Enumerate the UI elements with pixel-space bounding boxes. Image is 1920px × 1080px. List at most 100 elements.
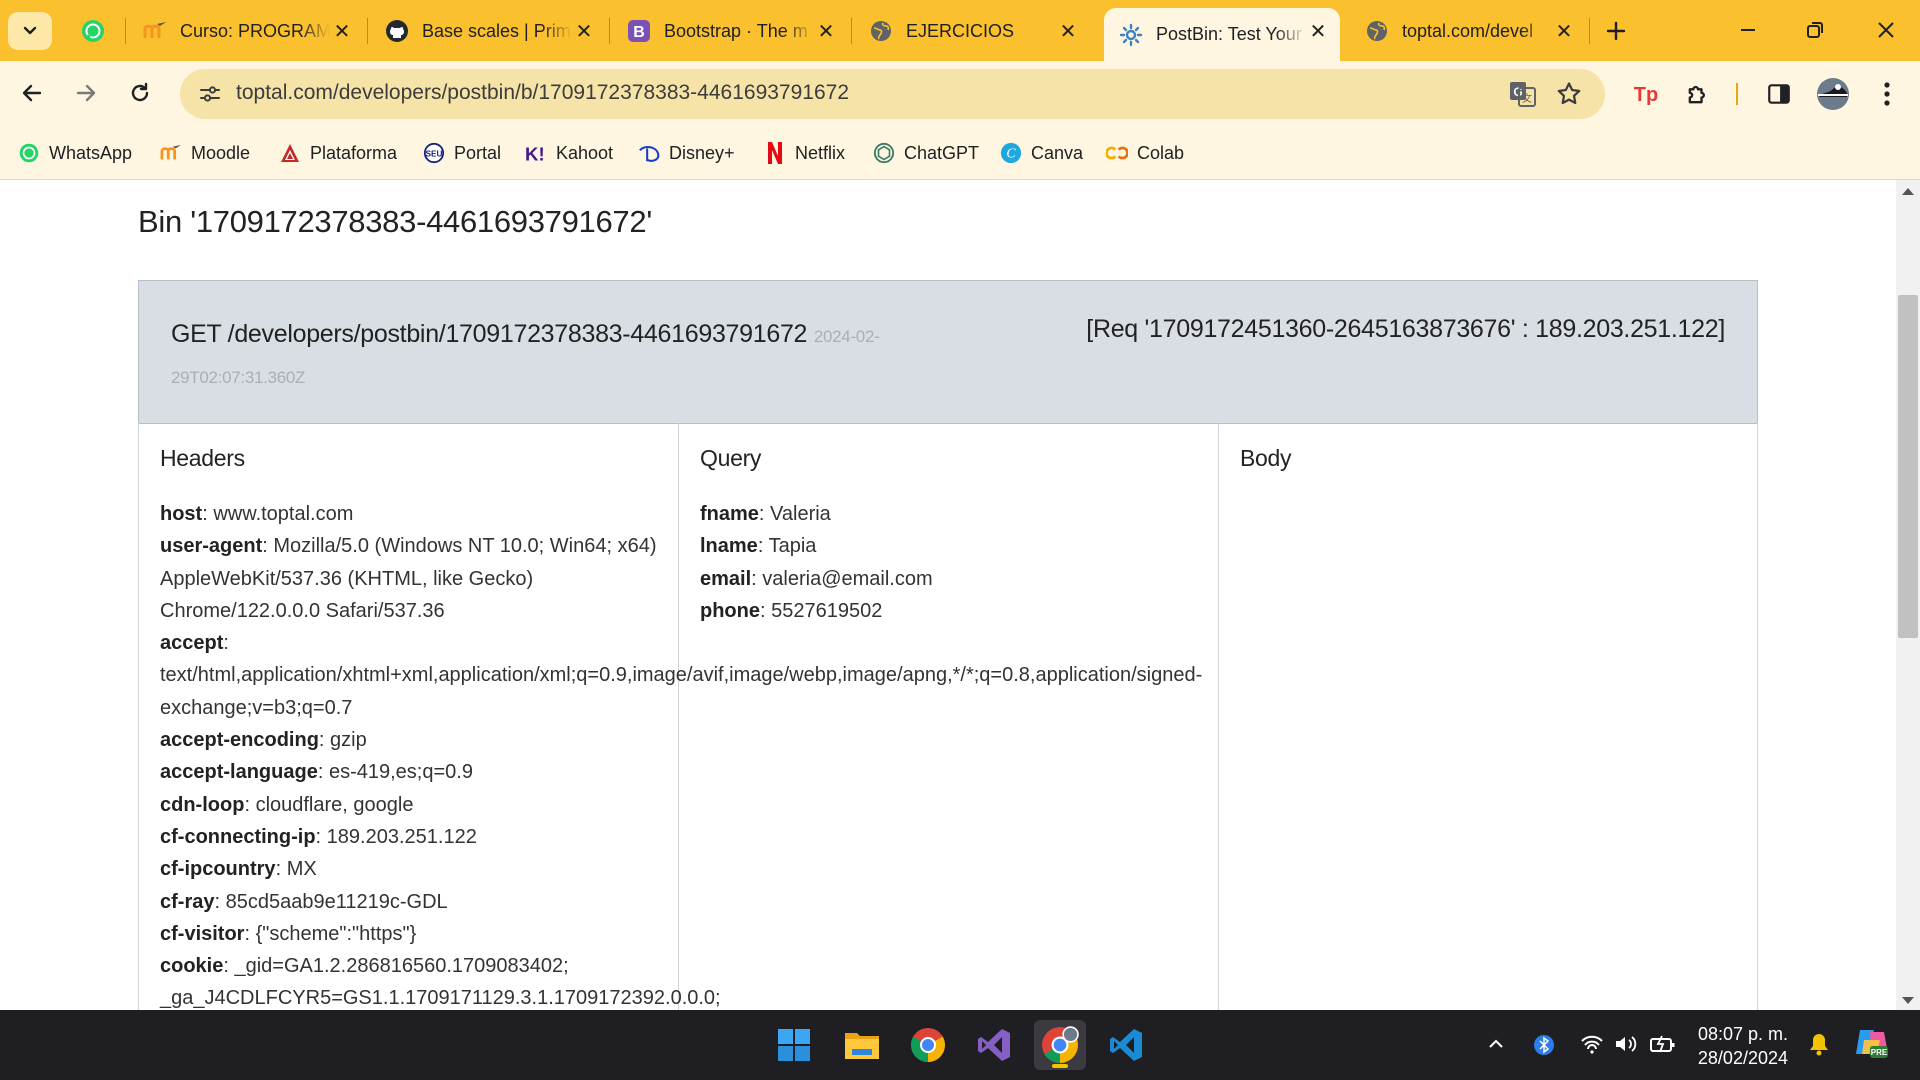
canva-icon: C	[1000, 142, 1022, 164]
vscode-icon[interactable]	[1100, 1020, 1152, 1070]
bookmark-canva[interactable]: C Canva	[1000, 139, 1083, 167]
notification-bell-icon[interactable]	[1808, 1032, 1830, 1056]
chrome-icon[interactable]	[902, 1020, 954, 1070]
new-tab-button[interactable]	[1598, 14, 1634, 48]
tab-bootstrap[interactable]: B Bootstrap · The m ✕	[612, 8, 848, 54]
arrow-right-icon	[76, 84, 96, 102]
bookmark-label: Canva	[1031, 142, 1084, 163]
tab-whatsapp-pinned[interactable]	[66, 8, 126, 54]
forward-button[interactable]	[64, 71, 108, 115]
bookmark-netflix[interactable]: Netflix	[764, 139, 845, 167]
bookmark-label: Moodle	[191, 142, 251, 163]
bookmark-label: Plataforma	[310, 142, 398, 163]
bookmark-label: Portal	[454, 142, 502, 163]
header-row: cdn-loop: cloudflare, google	[160, 793, 414, 816]
extensions-icon[interactable]	[1679, 75, 1717, 113]
copilot-icon[interactable]: PRE	[1854, 1026, 1890, 1060]
profile-avatar[interactable]	[1814, 75, 1852, 113]
query-heading: Query	[700, 445, 762, 471]
chevron-up-icon[interactable]	[1486, 1034, 1506, 1054]
restore-icon	[1807, 22, 1823, 38]
query-row: lname: Tapia	[700, 535, 817, 558]
bluetooth-icon[interactable]	[1534, 1034, 1554, 1056]
system-clock[interactable]: 08:07 p. m. 28/02/2024	[1696, 1022, 1788, 1070]
bookmark-colab[interactable]: Colab	[1106, 139, 1184, 167]
translate-icon[interactable]: G文	[1509, 81, 1537, 107]
svg-text:C: C	[1006, 146, 1016, 161]
scroll-up-arrow-icon[interactable]	[1902, 188, 1914, 195]
close-icon[interactable]: ✕	[332, 21, 352, 43]
close-icon[interactable]: ✕	[1058, 21, 1078, 43]
windows-start-icon[interactable]	[768, 1020, 820, 1070]
tab-ejercicios[interactable]: EJERCICIOS ✕	[854, 8, 1090, 54]
tab-strip: Curso: PROGRAM ✕ Base scales | Prim ✕ B …	[0, 0, 1920, 61]
bookmark-moodle[interactable]: Moodle	[160, 139, 250, 167]
tab-title: Base scales | Prim	[422, 20, 571, 41]
whatsapp-icon	[80, 18, 106, 44]
header-row: cookie: _gid=GA1.2.286816560.1709083402;…	[160, 955, 721, 1010]
tab-title: EJERCICIOS	[906, 20, 1015, 41]
tab-search-button[interactable]	[8, 12, 52, 50]
request-id: [Req '1709172451360-2645163873676' : 189…	[1086, 315, 1725, 343]
wifi-icon[interactable]	[1580, 1034, 1604, 1054]
address-bar[interactable]: toptal.com/developers/postbin/b/17091723…	[180, 69, 1605, 119]
scrollbar-thumb[interactable]	[1898, 295, 1918, 638]
close-icon[interactable]: ✕	[816, 21, 836, 43]
toptal-extension-icon[interactable]: Tp	[1627, 75, 1665, 113]
chevron-down-icon	[23, 26, 37, 35]
chrome-menu-icon[interactable]	[1868, 75, 1906, 113]
url-text[interactable]: toptal.com/developers/postbin/b/17091723…	[236, 81, 849, 105]
globe-icon	[868, 18, 894, 44]
request-line: GET /developers/postbin/1709172378383-44…	[171, 315, 971, 397]
scroll-down-arrow-icon[interactable]	[1902, 997, 1914, 1004]
bookmark-whatsapp[interactable]: WhatsApp	[18, 139, 132, 167]
bookmark-kahoot[interactable]: K! Kahoot	[525, 139, 613, 167]
file-explorer-icon[interactable]	[836, 1020, 888, 1070]
close-icon[interactable]: ✕	[1554, 21, 1574, 43]
tab-title: Bootstrap · The m	[664, 20, 808, 41]
volume-icon[interactable]	[1614, 1034, 1638, 1054]
moodle-icon	[160, 142, 182, 164]
svg-text:文: 文	[1522, 92, 1532, 105]
visual-studio-icon[interactable]	[968, 1020, 1020, 1070]
colab-icon	[1106, 142, 1128, 164]
bookmark-disney[interactable]: Disney+	[638, 139, 735, 167]
minimize-button[interactable]	[1718, 10, 1778, 50]
tab-title: Curso: PROGRAM	[180, 20, 330, 41]
tab-postbin[interactable]: PostBin: Test Your ✕	[1104, 8, 1340, 61]
bookmark-star-icon[interactable]	[1555, 80, 1583, 108]
request-header-panel[interactable]: GET /developers/postbin/1709172378383-44…	[138, 280, 1758, 424]
bookmark-chatgpt[interactable]: ChatGPT	[873, 139, 979, 167]
tab-toptal[interactable]: toptal.com/devel ✕	[1350, 8, 1586, 54]
clock-time: 08:07 p. m.	[1697, 1024, 1788, 1044]
vertical-scrollbar[interactable]	[1896, 180, 1920, 1010]
query-column: Query fname: Valeria lname: Tapia email:…	[679, 423, 1219, 1010]
close-icon[interactable]: ✕	[1308, 21, 1328, 43]
tab-base-scales[interactable]: Base scales | Prim ✕	[370, 8, 606, 54]
bookmark-portal[interactable]: SEU Portal	[423, 139, 501, 167]
battery-icon[interactable]	[1650, 1034, 1676, 1054]
browser-toolbar: toptal.com/developers/postbin/b/17091723…	[0, 61, 1920, 127]
site-info-icon[interactable]	[198, 82, 222, 106]
bookmark-plataforma[interactable]: Plataforma	[279, 139, 397, 167]
reload-button[interactable]	[118, 71, 162, 115]
plus-icon	[1606, 21, 1626, 41]
svg-text:B: B	[633, 24, 645, 41]
tab-curso[interactable]: Curso: PROGRAM ✕	[128, 8, 364, 54]
postbin-icon	[1118, 22, 1144, 48]
close-icon[interactable]: ✕	[574, 21, 594, 43]
back-button[interactable]	[10, 71, 54, 115]
active-app-indicator	[1052, 1064, 1068, 1068]
header-row: host: www.toptal.com	[160, 503, 354, 525]
headers-heading: Headers	[160, 445, 245, 471]
chrome-profile-icon[interactable]	[1034, 1020, 1086, 1070]
arrow-left-icon	[22, 84, 42, 102]
side-panel-icon[interactable]	[1760, 75, 1798, 113]
body-heading: Body	[1240, 445, 1292, 471]
query-row: phone: 5527619502	[700, 599, 883, 622]
query-list: fname: Valeria lname: Tapia email: valer…	[700, 498, 1200, 627]
headers-column: Headers host: www.toptal.com user-agent:…	[139, 423, 1202, 1010]
svg-text:K!: K!	[525, 144, 545, 165]
close-window-button[interactable]	[1856, 10, 1916, 50]
restore-button[interactable]	[1785, 10, 1845, 50]
